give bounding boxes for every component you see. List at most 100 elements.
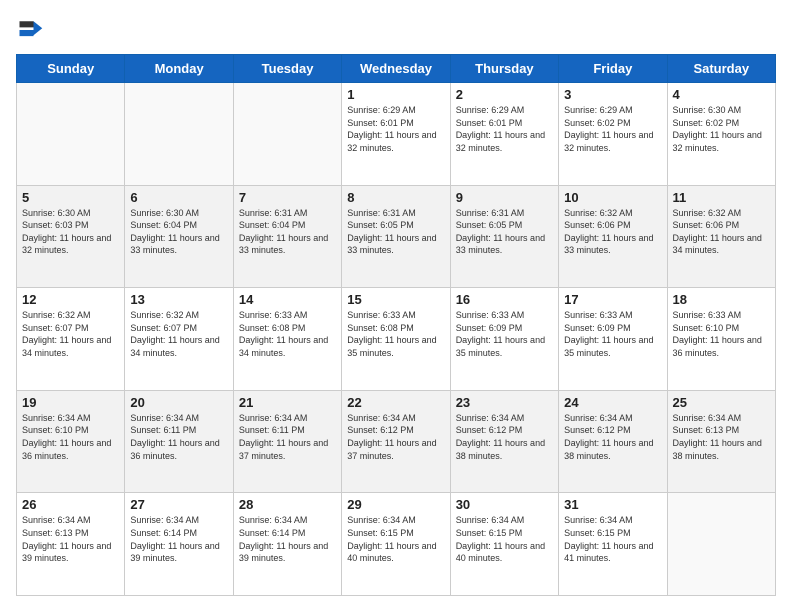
calendar-day-cell: 25Sunrise: 6:34 AMSunset: 6:13 PMDayligh… — [667, 390, 775, 493]
calendar-day-cell: 6 Sunrise: 6:30 AMSunset: 6:04 PMDaylight… — [125, 185, 233, 288]
day-info: Sunrise: 6:32 AMSunset: 6:06 PMDaylight:… — [673, 207, 770, 257]
day-number: 20 — [130, 395, 227, 410]
day-number: 29 — [347, 497, 444, 512]
calendar-day-cell — [667, 493, 775, 596]
day-info: Sunrise: 6:33 AMSunset: 6:09 PMDaylight:… — [564, 309, 661, 359]
day-number: 1 — [347, 87, 444, 102]
day-number: 16 — [456, 292, 553, 307]
day-info: Sunrise: 6:33 AMSunset: 6:09 PMDaylight:… — [456, 309, 553, 359]
day-header-friday: Friday — [559, 55, 667, 83]
day-info: Sunrise: 6:29 AMSunset: 6:01 PMDaylight:… — [456, 104, 553, 154]
day-number: 15 — [347, 292, 444, 307]
calendar-day-cell: 17Sunrise: 6:33 AMSunset: 6:09 PMDayligh… — [559, 288, 667, 391]
day-info: Sunrise: 6:30 AMSunset: 6:03 PMDaylight:… — [22, 207, 119, 257]
calendar-day-cell: 7 Sunrise: 6:31 AMSunset: 6:04 PMDaylight… — [233, 185, 341, 288]
day-number: 12 — [22, 292, 119, 307]
day-number: 3 — [564, 87, 661, 102]
day-header-thursday: Thursday — [450, 55, 558, 83]
day-info: Sunrise: 6:32 AMSunset: 6:07 PMDaylight:… — [130, 309, 227, 359]
calendar-day-cell: 22 Sunrise: 6:34 AMSunset: 6:12 PMDayligh… — [342, 390, 450, 493]
calendar-day-cell: 30 Sunrise: 6:34 AMSunset: 6:15 PMDayligh… — [450, 493, 558, 596]
day-info: Sunrise: 6:33 AMSunset: 6:08 PMDaylight:… — [347, 309, 444, 359]
calendar-week-row: 19Sunrise: 6:34 AMSunset: 6:10 PMDayligh… — [17, 390, 776, 493]
header — [16, 16, 776, 44]
calendar-header-row: SundayMondayTuesdayWednesdayThursdayFrid… — [17, 55, 776, 83]
day-number: 24 — [564, 395, 661, 410]
calendar-day-cell: 20 Sunrise: 6:34 AMSunset: 6:11 PMDayligh… — [125, 390, 233, 493]
day-header-saturday: Saturday — [667, 55, 775, 83]
calendar-day-cell: 23Sunrise: 6:34 AMSunset: 6:12 PMDayligh… — [450, 390, 558, 493]
day-number: 28 — [239, 497, 336, 512]
day-info: Sunrise: 6:34 AMSunset: 6:11 PMDaylight:… — [239, 412, 336, 462]
calendar-day-cell: 13 Sunrise: 6:32 AMSunset: 6:07 PMDayligh… — [125, 288, 233, 391]
calendar-week-row: 5 Sunrise: 6:30 AMSunset: 6:03 PMDaylight… — [17, 185, 776, 288]
calendar-day-cell: 3 Sunrise: 6:29 AMSunset: 6:02 PMDaylight… — [559, 83, 667, 186]
day-info: Sunrise: 6:33 AMSunset: 6:08 PMDaylight:… — [239, 309, 336, 359]
calendar-day-cell: 15 Sunrise: 6:33 AMSunset: 6:08 PMDayligh… — [342, 288, 450, 391]
day-number: 13 — [130, 292, 227, 307]
day-info: Sunrise: 6:32 AMSunset: 6:06 PMDaylight:… — [564, 207, 661, 257]
calendar-day-cell: 14 Sunrise: 6:33 AMSunset: 6:08 PMDayligh… — [233, 288, 341, 391]
day-number: 27 — [130, 497, 227, 512]
calendar-week-row: 1 Sunrise: 6:29 AMSunset: 6:01 PMDaylight… — [17, 83, 776, 186]
day-info: Sunrise: 6:34 AMSunset: 6:15 PMDaylight:… — [347, 514, 444, 564]
day-info: Sunrise: 6:31 AMSunset: 6:05 PMDaylight:… — [347, 207, 444, 257]
page: SundayMondayTuesdayWednesdayThursdayFrid… — [0, 0, 792, 612]
day-info: Sunrise: 6:34 AMSunset: 6:10 PMDaylight:… — [22, 412, 119, 462]
calendar-day-cell: 8 Sunrise: 6:31 AMSunset: 6:05 PMDaylight… — [342, 185, 450, 288]
day-number: 30 — [456, 497, 553, 512]
calendar-day-cell: 12 Sunrise: 6:32 AMSunset: 6:07 PMDayligh… — [17, 288, 125, 391]
day-info: Sunrise: 6:31 AMSunset: 6:05 PMDaylight:… — [456, 207, 553, 257]
calendar-day-cell: 19Sunrise: 6:34 AMSunset: 6:10 PMDayligh… — [17, 390, 125, 493]
calendar-day-cell: 26Sunrise: 6:34 AMSunset: 6:13 PMDayligh… — [17, 493, 125, 596]
logo — [16, 16, 48, 44]
day-info: Sunrise: 6:34 AMSunset: 6:14 PMDaylight:… — [239, 514, 336, 564]
day-info: Sunrise: 6:34 AMSunset: 6:12 PMDaylight:… — [564, 412, 661, 462]
day-info: Sunrise: 6:31 AMSunset: 6:04 PMDaylight:… — [239, 207, 336, 257]
day-header-tuesday: Tuesday — [233, 55, 341, 83]
day-info: Sunrise: 6:34 AMSunset: 6:15 PMDaylight:… — [564, 514, 661, 564]
day-number: 10 — [564, 190, 661, 205]
calendar-day-cell: 16 Sunrise: 6:33 AMSunset: 6:09 PMDayligh… — [450, 288, 558, 391]
calendar-day-cell: 4 Sunrise: 6:30 AMSunset: 6:02 PMDaylight… — [667, 83, 775, 186]
calendar-day-cell: 11Sunrise: 6:32 AMSunset: 6:06 PMDayligh… — [667, 185, 775, 288]
calendar-week-row: 26Sunrise: 6:34 AMSunset: 6:13 PMDayligh… — [17, 493, 776, 596]
calendar-day-cell: 10 Sunrise: 6:32 AMSunset: 6:06 PMDayligh… — [559, 185, 667, 288]
day-info: Sunrise: 6:34 AMSunset: 6:12 PMDaylight:… — [347, 412, 444, 462]
day-number: 8 — [347, 190, 444, 205]
calendar-day-cell — [17, 83, 125, 186]
day-number: 21 — [239, 395, 336, 410]
day-number: 6 — [130, 190, 227, 205]
calendar-day-cell: 18 Sunrise: 6:33 AMSunset: 6:10 PMDayligh… — [667, 288, 775, 391]
day-info: Sunrise: 6:34 AMSunset: 6:11 PMDaylight:… — [130, 412, 227, 462]
day-number: 9 — [456, 190, 553, 205]
calendar-day-cell: 21 Sunrise: 6:34 AMSunset: 6:11 PMDayligh… — [233, 390, 341, 493]
calendar-week-row: 12 Sunrise: 6:32 AMSunset: 6:07 PMDayligh… — [17, 288, 776, 391]
day-number: 5 — [22, 190, 119, 205]
day-info: Sunrise: 6:34 AMSunset: 6:15 PMDaylight:… — [456, 514, 553, 564]
calendar-day-cell — [125, 83, 233, 186]
day-info: Sunrise: 6:30 AMSunset: 6:04 PMDaylight:… — [130, 207, 227, 257]
day-info: Sunrise: 6:32 AMSunset: 6:07 PMDaylight:… — [22, 309, 119, 359]
day-number: 14 — [239, 292, 336, 307]
calendar-day-cell: 31 Sunrise: 6:34 AMSunset: 6:15 PMDayligh… — [559, 493, 667, 596]
calendar-day-cell: 28 Sunrise: 6:34 AMSunset: 6:14 PMDayligh… — [233, 493, 341, 596]
day-number: 22 — [347, 395, 444, 410]
day-number: 7 — [239, 190, 336, 205]
calendar: SundayMondayTuesdayWednesdayThursdayFrid… — [16, 54, 776, 596]
calendar-day-cell: 9 Sunrise: 6:31 AMSunset: 6:05 PMDaylight… — [450, 185, 558, 288]
calendar-day-cell: 24 Sunrise: 6:34 AMSunset: 6:12 PMDayligh… — [559, 390, 667, 493]
calendar-day-cell: 29 Sunrise: 6:34 AMSunset: 6:15 PMDayligh… — [342, 493, 450, 596]
day-info: Sunrise: 6:29 AMSunset: 6:02 PMDaylight:… — [564, 104, 661, 154]
day-number: 26 — [22, 497, 119, 512]
day-info: Sunrise: 6:34 AMSunset: 6:14 PMDaylight:… — [130, 514, 227, 564]
day-info: Sunrise: 6:29 AMSunset: 6:01 PMDaylight:… — [347, 104, 444, 154]
day-number: 25 — [673, 395, 770, 410]
calendar-day-cell: 1 Sunrise: 6:29 AMSunset: 6:01 PMDaylight… — [342, 83, 450, 186]
day-number: 23 — [456, 395, 553, 410]
day-number: 4 — [673, 87, 770, 102]
day-info: Sunrise: 6:30 AMSunset: 6:02 PMDaylight:… — [673, 104, 770, 154]
day-number: 31 — [564, 497, 661, 512]
day-number: 18 — [673, 292, 770, 307]
day-info: Sunrise: 6:33 AMSunset: 6:10 PMDaylight:… — [673, 309, 770, 359]
